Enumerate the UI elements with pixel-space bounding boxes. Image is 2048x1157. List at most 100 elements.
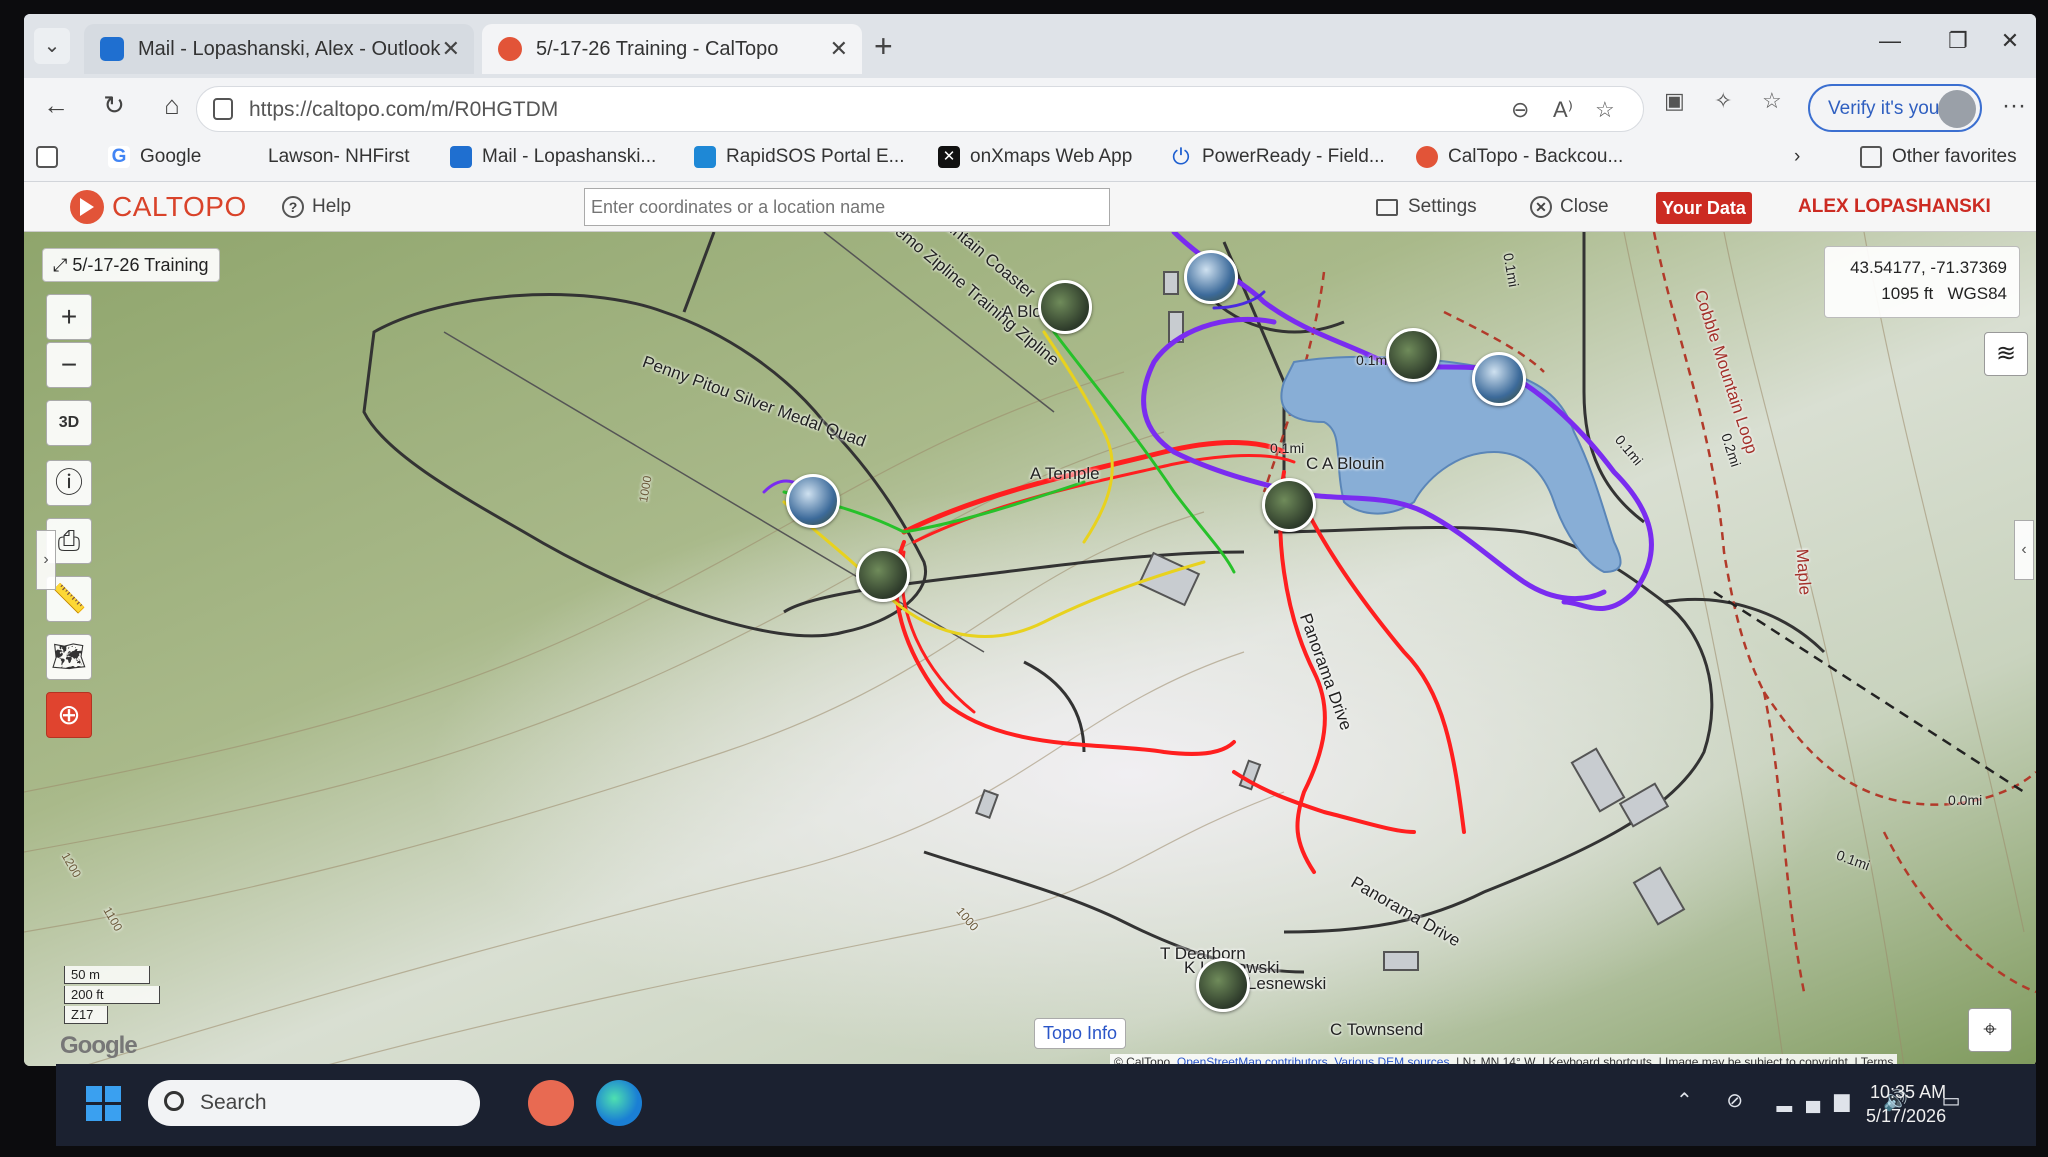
back-icon[interactable]: ← (38, 90, 74, 121)
url-text: https://caltopo.com/m/R0HGTDM (249, 98, 559, 121)
minimize-icon[interactable]: — (1870, 28, 1910, 54)
map-canvas[interactable]: Penny Pitou Silver Medal Quad Demo Zipli… (24, 232, 2036, 1066)
url-field[interactable]: https://caltopo.com/m/R0HGTDM ⊖ A⁾ ☆ (196, 86, 1644, 132)
settings-button[interactable]: Settings (1376, 196, 1477, 218)
close-label: Close (1560, 196, 1609, 217)
reading-view-icon[interactable] (36, 146, 68, 168)
label-a-temple: A Temple (1030, 464, 1100, 483)
favorites-icon[interactable]: ☆ (1762, 88, 1782, 114)
edge-browser-icon[interactable] (596, 1080, 642, 1126)
zoom-in-button[interactable]: + (46, 294, 92, 340)
fav-label: RapidSOS Portal E... (726, 146, 905, 167)
read-aloud-icon[interactable]: A⁾ (1553, 97, 1573, 123)
close-window-icon[interactable]: ✕ (1990, 28, 2030, 54)
clock-time: 10:35 AM (1870, 1082, 1947, 1102)
help-button[interactable]: ? Help (282, 196, 351, 218)
photo-marker[interactable] (1038, 280, 1092, 334)
zoom-level: Z17 (64, 1006, 108, 1024)
caltopo-app-icon[interactable] (528, 1080, 574, 1126)
taskbar-clock[interactable]: 10:35 AM 5/17/2026 (1866, 1080, 1946, 1128)
tab-title: Mail - Lopashanski, Alex - Outlook (138, 37, 441, 60)
scale-bar: 50 m 200 ft Z17 (64, 966, 160, 1026)
fav-onxmaps[interactable]: ✕ onXmaps Web App (938, 146, 1132, 168)
tab-bar: ⌄ Mail - Lopashanski, Alex - Outlook ✕ 5… (24, 14, 2036, 78)
fav-caltopo[interactable]: CalTopo - Backcou... (1416, 146, 1623, 168)
fav-rapidsos[interactable]: RapidSOS Portal E... (694, 146, 904, 168)
more-menu-icon[interactable]: ··· (2002, 92, 2026, 120)
fav-label: Mail - Lopashanski... (482, 146, 657, 167)
other-favorites-label: Other favorites (1892, 146, 2017, 167)
google-logo: Google (60, 1032, 138, 1059)
other-favorites[interactable]: Other favorites (1860, 146, 2017, 168)
fav-lawson[interactable]: Lawson- NHFirst (236, 146, 409, 168)
tab-caltopo[interactable]: 5/-17-26 Training - CalTopo ✕ (482, 24, 862, 74)
fav-label: CalTopo - Backcou... (1448, 146, 1624, 167)
close-tab-icon[interactable]: ✕ (442, 36, 460, 62)
info-icon[interactable]: ⓘ (46, 460, 92, 506)
zoom-out-button[interactable]: − (46, 342, 92, 388)
external-link-icon: ⤢ (53, 255, 73, 275)
location-search-input[interactable] (584, 188, 1110, 226)
scale-metric: 50 m (64, 966, 150, 984)
add-object-button[interactable]: ⊕ (46, 692, 92, 738)
close-tab-icon[interactable]: ✕ (830, 36, 848, 62)
fav-google[interactable]: G Google (108, 146, 201, 168)
caltopo-logo[interactable]: CALTOPO (70, 190, 247, 224)
address-bar-row: ← ↻ ⌂ https://caltopo.com/m/R0HGTDM ⊖ A⁾… (24, 78, 2036, 136)
refresh-icon[interactable]: ↻ (96, 90, 132, 121)
map-base (24, 232, 2036, 1066)
photo-marker[interactable] (1184, 250, 1238, 304)
fav-mail[interactable]: Mail - Lopashanski... (450, 146, 656, 168)
photo-marker[interactable] (1196, 958, 1250, 1012)
favorites-bar: G Google Lawson- NHFirst Mail - Lopashans… (24, 136, 2036, 182)
your-data-button[interactable]: Your Data (1656, 192, 1752, 224)
help-label: Help (312, 196, 352, 217)
scale-imperial: 200 ft (64, 986, 160, 1004)
3d-view-button[interactable]: 3D (46, 400, 92, 446)
fav-powerready[interactable]: ⏻ PowerReady - Field... (1170, 146, 1385, 168)
coords-datum: WGS84 (1947, 284, 2007, 303)
user-account[interactable]: ALEX LOPASHANSKI (1798, 196, 1991, 218)
new-tab-icon[interactable]: + (874, 30, 893, 62)
caltopo-icon (498, 37, 522, 61)
rapidsos-icon (694, 146, 716, 168)
photo-marker[interactable] (786, 474, 840, 528)
extensions-icon[interactable]: ✧ (1714, 88, 1732, 114)
map-pin-icon[interactable]: 🗺 (46, 634, 92, 680)
windows-start-icon[interactable] (86, 1086, 122, 1122)
clock-date: 5/17/2026 (1866, 1106, 1947, 1126)
monitor-icon (1376, 198, 1398, 216)
zoom-icon[interactable]: ⊖ (1511, 97, 1529, 123)
left-panel-toggle-icon[interactable]: › (36, 530, 56, 590)
fav-overflow-chevron-icon[interactable]: › (1794, 146, 1800, 168)
settings-label: Settings (1408, 196, 1477, 217)
topo-info-button[interactable]: Topo Info (1034, 1018, 1127, 1049)
right-panel-toggle-icon[interactable]: ‹ (2014, 520, 2034, 580)
collections-icon[interactable]: ▣ (1664, 88, 1685, 114)
photo-marker[interactable] (1386, 328, 1440, 382)
outlook-icon (450, 146, 472, 168)
close-map-button[interactable]: ✕ Close (1530, 196, 1609, 218)
label-distance: 0.1mi (1270, 440, 1305, 456)
logo-text: CALTOPO (112, 191, 247, 222)
outlook-icon (100, 37, 124, 61)
favorite-star-icon[interactable]: ☆ (1595, 97, 1615, 123)
fav-label: Google (140, 146, 202, 167)
windows-taskbar: Search ⌃ ⊘ ▂▄▆ 🔊 ▭ 10:35 AM 5/17/2026 (56, 1064, 2036, 1146)
verify-profile-button[interactable]: Verify it's you (1808, 84, 1982, 132)
photo-marker[interactable] (1262, 478, 1316, 532)
taskbar-search[interactable]: Search (148, 1080, 480, 1126)
photo-marker[interactable] (1472, 352, 1526, 406)
tab-actions-chevron-icon[interactable]: ⌄ (34, 28, 70, 64)
coords-elevation: 1095 ft (1881, 284, 1934, 303)
locate-me-icon[interactable]: ⌖ (1968, 1008, 2012, 1052)
fav-label: PowerReady - Field... (1202, 146, 1385, 167)
restore-icon[interactable]: ❐ (1938, 28, 1978, 54)
layers-icon[interactable]: ≋ (1984, 332, 2028, 376)
map-title-button[interactable]: ⤢ 5/-17-26 Training (42, 248, 220, 282)
home-icon[interactable]: ⌂ (154, 90, 190, 121)
photo-marker[interactable] (856, 548, 910, 602)
fav-label: onXmaps Web App (970, 146, 1133, 167)
tab-outlook[interactable]: Mail - Lopashanski, Alex - Outlook ✕ (84, 24, 474, 74)
label-c-townsend: C Townsend (1330, 1020, 1424, 1039)
